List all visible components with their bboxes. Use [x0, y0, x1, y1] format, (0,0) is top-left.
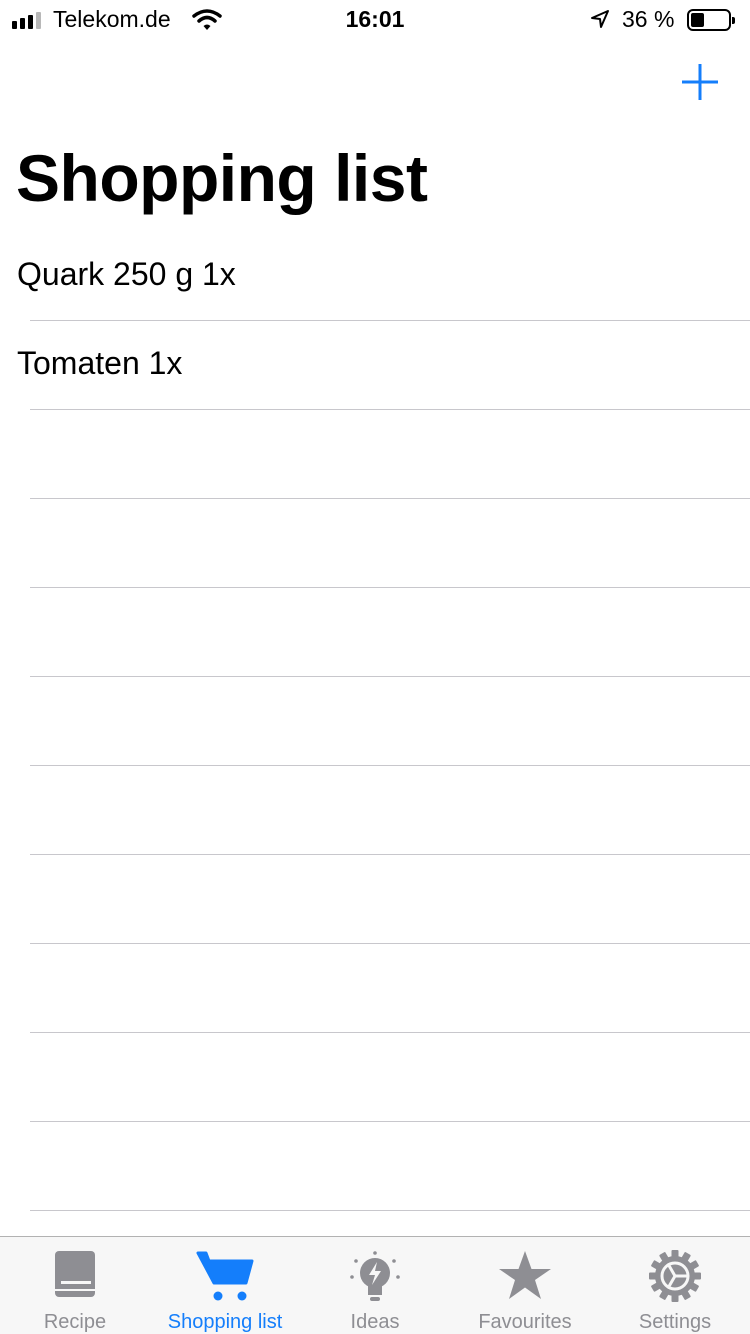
- tab-shopping-list[interactable]: Shopping list: [150, 1237, 300, 1334]
- cart-icon: [196, 1249, 254, 1308]
- tab-recipe[interactable]: Recipe: [0, 1237, 150, 1334]
- shopping-list: Quark 250 g 1x Tomaten 1x: [0, 232, 750, 1211]
- lightbulb-icon: [347, 1249, 403, 1310]
- empty-row: [0, 677, 750, 766]
- tab-bar: Recipe Shopping list Ideas Favourites Se…: [0, 1236, 750, 1334]
- row-separator: [30, 1210, 750, 1211]
- battery-percentage: 36 %: [622, 6, 675, 32]
- empty-row: [0, 855, 750, 944]
- plus-icon: [682, 64, 718, 100]
- empty-row: [0, 766, 750, 855]
- tab-favourites[interactable]: Favourites: [450, 1237, 600, 1334]
- empty-row: [0, 944, 750, 1033]
- page-title: Shopping list: [16, 141, 428, 215]
- add-item-button[interactable]: [680, 62, 720, 102]
- empty-row: [0, 1122, 750, 1211]
- screen: Telekom.de 16:01 36 % Shopping list Quar…: [0, 0, 750, 1334]
- empty-row: [0, 588, 750, 677]
- empty-row: [0, 410, 750, 499]
- status-bar: Telekom.de 16:01 36 %: [0, 0, 750, 40]
- list-item[interactable]: Quark 250 g 1x: [0, 232, 750, 321]
- tab-label: Ideas: [350, 1311, 400, 1333]
- list-item-label: Tomaten 1x: [17, 345, 183, 381]
- location-arrow-icon: [590, 9, 610, 34]
- tab-label: Recipe: [43, 1311, 107, 1333]
- battery-icon: [687, 9, 735, 31]
- book-icon: [53, 1249, 97, 1304]
- list-item-label: Quark 250 g 1x: [17, 256, 236, 292]
- tab-label: Favourites: [478, 1311, 572, 1333]
- tab-label: Shopping list: [167, 1311, 283, 1333]
- tab-ideas[interactable]: Ideas: [300, 1237, 450, 1334]
- gear-icon: [648, 1249, 702, 1308]
- empty-row: [0, 499, 750, 588]
- list-item[interactable]: Tomaten 1x: [0, 321, 750, 410]
- empty-row: [0, 1033, 750, 1122]
- star-icon: [497, 1249, 553, 1308]
- tab-label: Settings: [638, 1311, 712, 1333]
- tab-settings[interactable]: Settings: [600, 1237, 750, 1334]
